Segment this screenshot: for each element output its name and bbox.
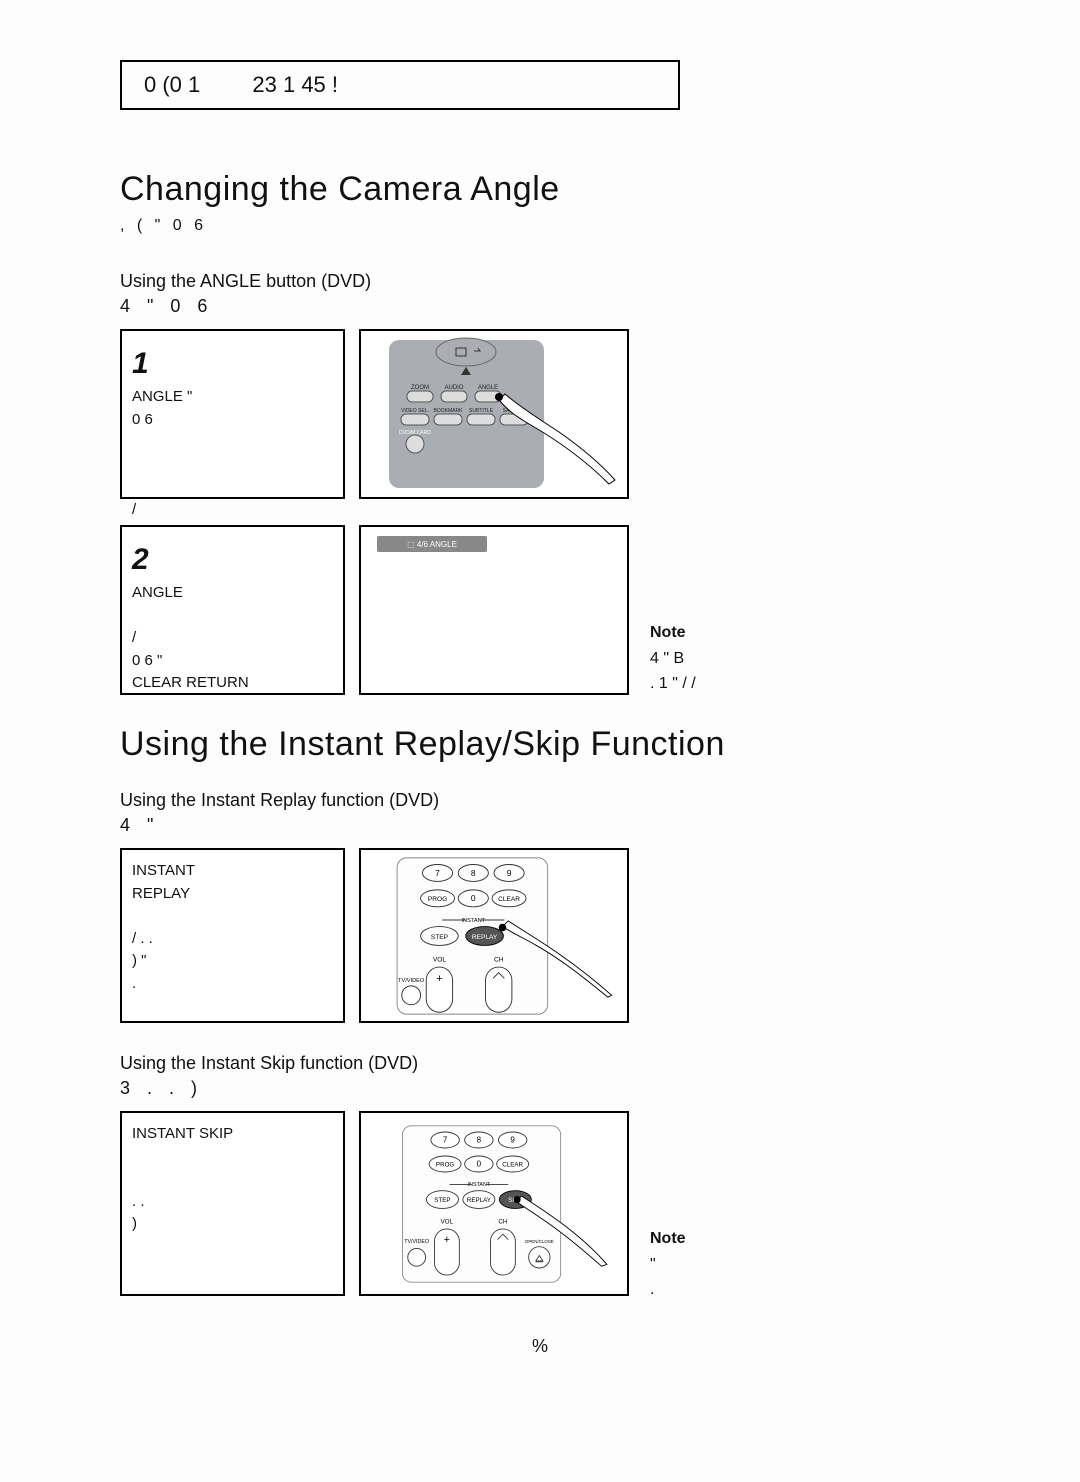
section2-usingsub: 4 " (120, 815, 960, 836)
banner-right: 23 1 45 ! (252, 72, 338, 97)
svg-text:BOOKMARK: BOOKMARK (434, 408, 464, 414)
svg-text:PROG: PROG (428, 896, 447, 903)
skip-remote-image: 7 8 9 PROG 0 CLEAR INSTANT STEP REPLAY S… (359, 1111, 629, 1296)
svg-text:STEP: STEP (431, 933, 449, 940)
section2-title: Using the Instant Replay/Skip Function (120, 725, 960, 764)
svg-text:8: 8 (471, 867, 476, 877)
page-number: % (120, 1336, 960, 1357)
note-box-2: Note " . (650, 1226, 900, 1303)
section2-usingline: Using the Instant Replay function (DVD) (120, 790, 960, 811)
svg-text:9: 9 (507, 867, 512, 877)
step1-box: 1 ANGLE " 0 6 / (120, 329, 345, 499)
svg-text:VOL: VOL (441, 1218, 454, 1225)
step2-text: ANGLE / 0 6 " CLEAR RETURN (132, 582, 333, 695)
note1-label: Note (650, 620, 930, 646)
svg-text:0: 0 (477, 1159, 482, 1168)
svg-text:INSTANT: INSTANT (461, 917, 485, 923)
svg-text:VOL: VOL (433, 956, 447, 963)
svg-text:PROG: PROG (436, 1161, 454, 1168)
svg-text:8: 8 (477, 1135, 482, 1144)
svg-text:+: + (444, 1234, 450, 1246)
step2-number: 2 (132, 543, 149, 576)
banner-left: 0 (0 1 (144, 72, 200, 97)
note-box-1: Note 4 " B . 1 " / / (650, 620, 930, 697)
section-camera-angle: Changing the Camera Angle , ( " 0 6 Usin… (120, 170, 960, 695)
top-banner: 0 (0 1 23 1 45 ! (120, 60, 680, 110)
replay-remote-image: 7 8 9 PROG 0 CLEAR INSTANT STEP REPLAY V… (359, 848, 629, 1023)
step2-screen-image: ⬚ 4/6 ANGLE (359, 525, 629, 695)
step1-remote-image: ZOOM AUDIO ANGLE VIDEO SEL. BOOKMARK SUB… (359, 329, 629, 499)
remote-replay-illustration: 7 8 9 PROG 0 CLEAR INSTANT STEP REPLAY V… (369, 856, 619, 1016)
note1-text: 4 " B . 1 " / / (650, 646, 930, 697)
step1-text: ANGLE " 0 6 / (132, 386, 333, 521)
svg-text:CH: CH (494, 956, 504, 963)
section-instant-skip: Using the Instant Skip function (DVD) 3 … (120, 1053, 960, 1296)
skip-textbox: INSTANT SKIP . . ) (120, 1111, 345, 1296)
svg-text:⬚ 4/6 ANGLE: ⬚ 4/6 ANGLE (407, 540, 457, 549)
svg-text:7: 7 (435, 867, 440, 877)
svg-text:TV/VIDEO: TV/VIDEO (398, 978, 425, 984)
svg-text:REPLAY: REPLAY (472, 933, 498, 940)
section1-usingsub: 4 " 0 6 (120, 296, 960, 317)
svg-text:OPEN/CLOSE: OPEN/CLOSE (525, 1239, 554, 1244)
svg-text:7: 7 (443, 1135, 448, 1144)
section1-title: Changing the Camera Angle (120, 170, 960, 209)
svg-text:ANGLE: ANGLE (478, 385, 498, 391)
angle-overlay-illustration: ⬚ 4/6 ANGLE (369, 530, 619, 690)
step1-number: 1 (132, 347, 149, 380)
step2-box: 2 ANGLE / 0 6 " CLEAR RETURN (120, 525, 345, 695)
note2-label: Note (650, 1226, 900, 1252)
replay-text: INSTANT REPLAY / . . ) " . (132, 860, 333, 995)
svg-text:9: 9 (510, 1135, 515, 1144)
svg-text:DVD/M.CARD: DVD/M.CARD (399, 430, 431, 436)
svg-text:CLEAR: CLEAR (502, 1161, 523, 1168)
svg-text:CLEAR: CLEAR (498, 896, 520, 903)
svg-text:REPLAY: REPLAY (467, 1197, 492, 1204)
svg-text:SUBTITLE: SUBTITLE (469, 408, 494, 414)
svg-text:ZOOM: ZOOM (411, 385, 429, 391)
remote-skip-illustration: 7 8 9 PROG 0 CLEAR INSTANT STEP REPLAY S… (369, 1124, 619, 1284)
svg-text:CH: CH (498, 1218, 507, 1225)
svg-text:+: + (436, 973, 443, 985)
section-instant-replay: Using the Instant Replay/Skip Function U… (120, 725, 960, 1023)
section1-usingline: Using the ANGLE button (DVD) (120, 271, 960, 292)
svg-text:AUDIO: AUDIO (444, 385, 463, 391)
section1-sub: , ( " 0 6 (120, 217, 960, 235)
section3-usingline: Using the Instant Skip function (DVD) (120, 1053, 960, 1074)
svg-text:STEP: STEP (434, 1197, 450, 1204)
svg-text:0: 0 (471, 893, 476, 903)
svg-text:INSTANT: INSTANT (468, 1182, 491, 1188)
skip-text: INSTANT SKIP . . ) (132, 1123, 333, 1236)
svg-text:TV/VIDEO: TV/VIDEO (404, 1239, 429, 1245)
replay-textbox: INSTANT REPLAY / . . ) " . (120, 848, 345, 1023)
note2-text: " . (650, 1252, 900, 1303)
svg-text:VIDEO SEL.: VIDEO SEL. (401, 408, 429, 414)
remote-angle-illustration: ZOOM AUDIO ANGLE VIDEO SEL. BOOKMARK SUB… (369, 334, 619, 494)
section3-usingsub: 3 . . ) (120, 1078, 960, 1099)
